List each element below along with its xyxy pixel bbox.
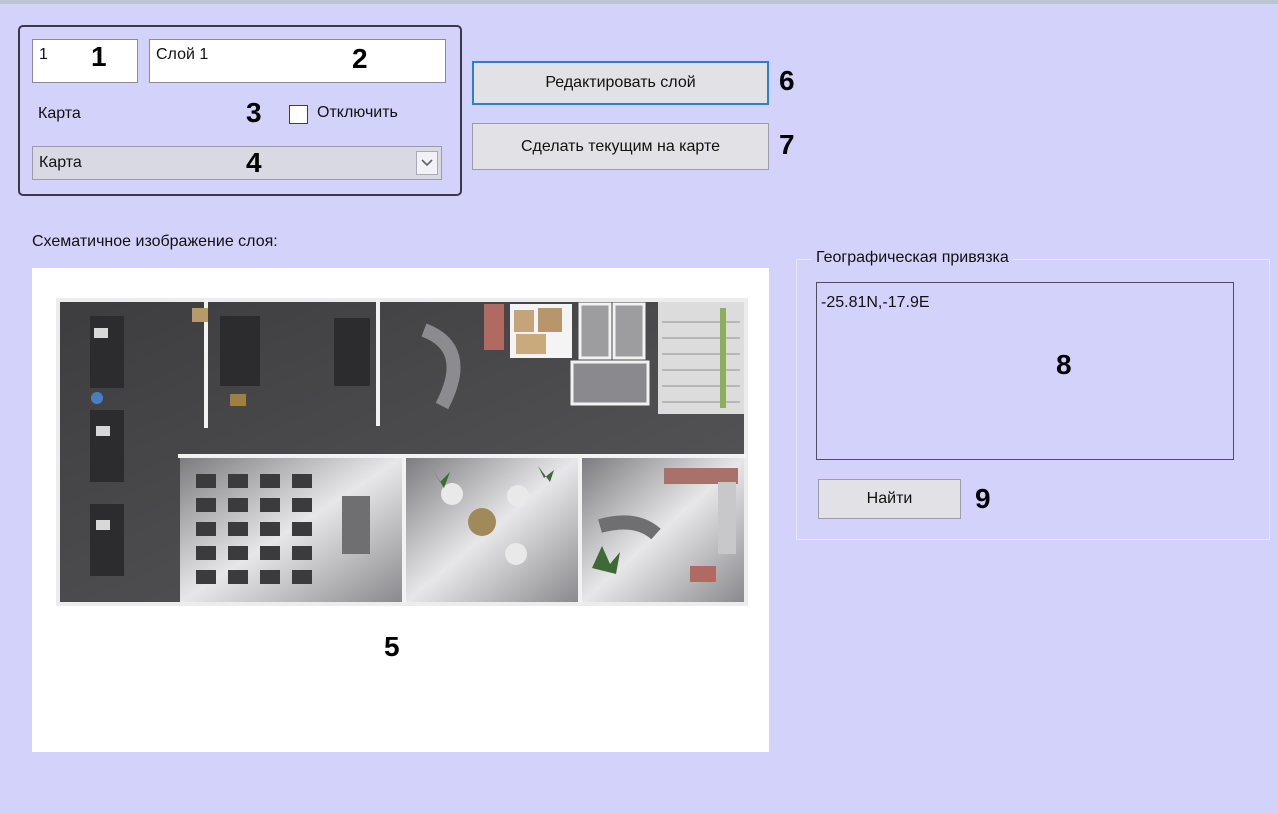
map-select[interactable]: Карта [32,146,442,180]
schematic-label: Схематичное изображение слоя: [32,233,278,250]
layer-id-value: 1 [39,46,48,63]
find-button[interactable]: Найти [818,479,961,519]
marker-1: 1 [91,41,107,72]
edit-layer-button[interactable]: Редактировать слой [472,61,769,105]
make-current-button[interactable]: Сделать текущим на карте [472,123,769,170]
layer-name-field[interactable]: Слой 1 [149,39,446,83]
geo-coordinates-textarea[interactable]: -25.81N,-17.9E [816,282,1234,460]
chevron-down-icon [421,159,433,167]
disable-label: Отключить [317,104,398,121]
map-label: Карта [38,105,81,122]
marker-7: 7 [779,129,795,160]
marker-5: 5 [384,631,400,662]
marker-9: 9 [975,483,991,514]
window-top-border [0,0,1278,4]
marker-2: 2 [352,43,368,74]
geo-binding-title: Географическая привязка [812,249,1013,267]
disable-checkbox[interactable] [289,105,308,124]
marker-4: 4 [246,147,262,178]
edit-layer-button-label: Редактировать слой [545,74,696,91]
find-button-label: Найти [866,490,913,507]
layer-name-value: Слой 1 [156,46,209,63]
layer-id-field[interactable]: 1 [32,39,138,83]
map-select-dropdown-button[interactable] [416,151,438,175]
layer-preview [32,268,769,752]
office-floor-plan-image [56,298,748,606]
marker-3: 3 [246,97,262,128]
geo-coordinates-value: -25.81N,-17.9E [821,294,930,311]
make-current-button-label: Сделать текущим на карте [520,137,721,155]
marker-6: 6 [779,65,795,96]
marker-8: 8 [1056,349,1072,380]
map-select-value: Карта [39,154,82,171]
